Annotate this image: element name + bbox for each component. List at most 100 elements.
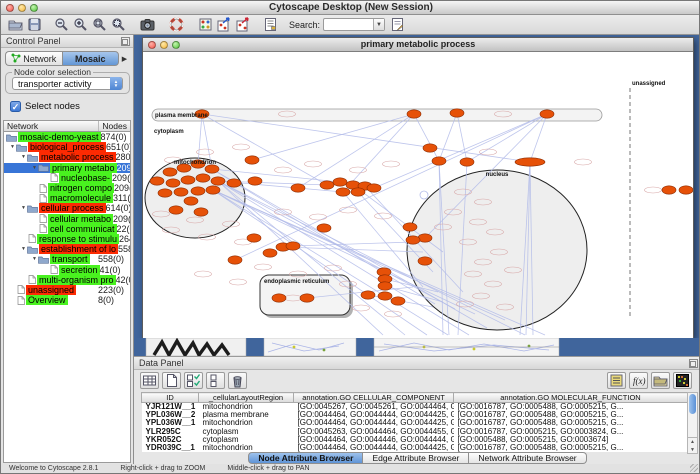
tree-label: macromolecule — [48, 193, 113, 203]
scrollbar-arrows[interactable]: ▲▼ — [688, 437, 697, 453]
tree-row-transport[interactable]: ▼transport558(0) — [4, 254, 130, 264]
expander-icon[interactable]: ▼ — [31, 165, 38, 171]
node-label — [275, 167, 292, 173]
network-canvas[interactable]: plasma membranecytoplasmmitochondrionnuc… — [143, 52, 693, 338]
overview-grid-button[interactable] — [197, 16, 214, 33]
layout-blue-button[interactable] — [216, 16, 233, 33]
tree-row-nucleobase-[interactable]: nucleobase-209(0) — [4, 173, 130, 183]
layout-red-button[interactable] — [235, 16, 252, 33]
network-node — [184, 197, 198, 205]
table-row[interactable]: YJR121W__1mitochondrion[GO:0045267, GO:0… — [142, 403, 688, 412]
table-row[interactable]: YKR052Ccytoplasm[GO:0044464, GO:0044446,… — [142, 436, 688, 444]
tree-label: cellular process — [39, 203, 106, 213]
unselect-attributes-button[interactable] — [206, 372, 225, 389]
scrollbar-thumb[interactable] — [689, 394, 696, 414]
select-nodes-checkbox[interactable]: ✓ — [10, 101, 21, 112]
select-attributes-button[interactable] — [184, 372, 203, 389]
tree-row-cell-communicat[interactable]: cell communicat22(0) — [4, 224, 130, 234]
float-panel-icon[interactable] — [121, 37, 130, 46]
expander-icon[interactable]: ▼ — [20, 246, 27, 252]
snapshot-button[interactable] — [139, 16, 156, 33]
tree-row-nitrogen-compo[interactable]: nitrogen compo209(0) — [4, 183, 130, 193]
cell: mitochondrion — [199, 419, 294, 427]
control-panel-tabs: NetworkMosaic▶ — [5, 51, 130, 66]
resize-grip[interactable] — [690, 464, 698, 472]
column-header[interactable]: annotation.GO CELLULAR_COMPONENT — [294, 393, 454, 403]
expander-icon[interactable]: ▼ — [9, 144, 16, 150]
node-label — [195, 271, 212, 277]
node-count: 209(0) — [114, 183, 131, 193]
tree-row-response-to-stimulu[interactable]: response to stimulu264(0) — [4, 234, 130, 244]
cell: cytoplasm — [199, 436, 294, 444]
open-session-button[interactable] — [7, 16, 24, 33]
tree-label: unassigned — [26, 285, 76, 295]
column-header[interactable]: _cellularLayoutRegion — [199, 393, 294, 403]
network-node — [211, 177, 225, 185]
cell: [GO:0016787, GO:0005488, GO:0005215, G..… — [454, 403, 688, 412]
tree-row-cellular-process[interactable]: ▼cellular process614(0) — [4, 203, 130, 213]
tab-network-attribute-browser[interactable]: Network Attribute Browser — [469, 452, 586, 464]
tab-node-attribute-browser[interactable]: Node Attribute Browser — [248, 452, 363, 464]
compartment-label: mitochondrion — [174, 160, 216, 166]
tree-row-biological-process[interactable]: ▼biological_process651(0) — [4, 142, 130, 152]
data-panel-header: Data Panel — [134, 357, 700, 370]
help-button[interactable] — [168, 16, 185, 33]
tree-row-establishment-of-lo[interactable]: ▼establishment of lo558(0) — [4, 244, 130, 254]
zoom-fit-button[interactable] — [110, 16, 127, 33]
table-scrollbar[interactable]: ▲▼ — [687, 392, 698, 454]
column-header[interactable]: annotation.GO MOLECULAR_FUNCTION — [454, 393, 688, 403]
attribute-matrix-button[interactable] — [673, 372, 692, 389]
table-row[interactable]: YLR295Ccytoplasm[GO:0045263, GO:0044464,… — [142, 428, 688, 436]
column-network[interactable]: Network — [4, 121, 99, 131]
float-panel-icon[interactable] — [689, 359, 698, 368]
folder-icon — [16, 143, 27, 152]
save-session-button[interactable] — [26, 16, 43, 33]
expander-icon[interactable]: ▼ — [31, 256, 38, 262]
search-config-button[interactable] — [389, 16, 406, 33]
delete-attribute-button[interactable] — [228, 372, 247, 389]
expander-icon[interactable]: ▼ — [20, 205, 27, 211]
tab-overflow-icon[interactable]: ▶ — [119, 51, 130, 66]
node-label — [383, 161, 400, 167]
node-count: 209(0) — [113, 214, 131, 224]
tree-row-primary-metabo[interactable]: ▼primary metabo209(... — [4, 163, 130, 173]
zoom-in-button[interactable] — [72, 16, 89, 33]
expander-icon[interactable]: ▼ — [20, 154, 27, 160]
tree-row-mosaic-demo-yeast[interactable]: mosaic-demo-yeast874(0) — [4, 132, 130, 142]
network-node — [158, 189, 172, 197]
tree-row-metabolic-process[interactable]: ▼metabolic process280(0) — [4, 152, 130, 162]
table-row[interactable]: YPL036W__2plasma membrane[GO:0044464, GO… — [142, 411, 688, 419]
import-attributes-button[interactable] — [651, 372, 670, 389]
tab-network[interactable]: Network — [5, 51, 62, 66]
tree-row-cellular-metabo[interactable]: cellular metabo209(0) — [4, 214, 130, 224]
cytoscape-desktop-window: Cytoscape Desktop (New Session) Search:▼… — [0, 0, 700, 474]
network-node — [450, 109, 464, 117]
tab-edge-attribute-browser[interactable]: Edge Attribute Browser — [363, 452, 469, 464]
annotation-button[interactable] — [262, 16, 279, 33]
zoom-selected-button[interactable] — [91, 16, 108, 33]
tree-row-overview[interactable]: Overview8(0) — [4, 295, 130, 305]
tree-row-unassigned[interactable]: unassigned223(0) — [4, 285, 130, 295]
table-row[interactable]: YPL036W__1mitochondrion[GO:0044464, GO:0… — [142, 419, 688, 427]
attribute-list-button[interactable] — [607, 372, 626, 389]
column-header[interactable]: ID — [142, 393, 199, 403]
status-bar: Welcome to Cytoscape 2.8.1Right-click + … — [1, 464, 700, 473]
new-document-button[interactable] — [162, 372, 181, 389]
tree-row-multi-organism-pro[interactable]: multi-organism pro42(0) — [4, 275, 130, 285]
network-node — [166, 179, 180, 187]
folder-icon — [27, 245, 38, 254]
network-node — [291, 184, 305, 192]
function-builder-button[interactable]: f(x) — [629, 372, 648, 389]
column-nodes[interactable]: Nodes — [99, 121, 130, 131]
attr-table-button[interactable] — [140, 372, 159, 389]
zoom-out-button[interactable] — [53, 16, 70, 33]
search-dropdown-icon[interactable]: ▼ — [373, 19, 384, 30]
node-color-select[interactable]: transporter activity ▲▼ — [12, 77, 123, 90]
status-text: Middle-click + drag to PAN — [227, 465, 309, 472]
network-window-titlebar[interactable]: primary metabolic process — [143, 38, 693, 52]
search-input[interactable]: ▼ — [323, 18, 385, 31]
node-count: 280(0) — [116, 152, 131, 162]
tab-mosaic[interactable]: Mosaic — [62, 51, 120, 66]
tree-row-macromolecule[interactable]: macromolecule311(0) — [4, 193, 130, 203]
tree-row-secretion[interactable]: secretion41(0) — [4, 264, 130, 274]
